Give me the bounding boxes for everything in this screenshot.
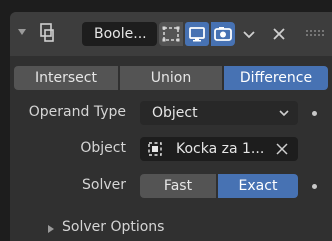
solver-fast-button[interactable]: Fast: [140, 174, 216, 198]
render-toggle[interactable]: [211, 22, 235, 46]
modifier-header: Boole...: [10, 12, 332, 56]
edit-mode-icon: [162, 26, 180, 42]
modifier-name-field[interactable]: Boole...: [82, 22, 157, 46]
operand-type-value: Object: [152, 105, 198, 121]
solver-options-subpanel-header[interactable]: Solver Options: [62, 219, 164, 235]
boolean-modifier-icon: [40, 23, 54, 42]
operation-intersect-button[interactable]: Intersect: [14, 66, 118, 90]
object-value: Kocka za 1...: [176, 141, 265, 157]
boolean-modifier-panel: Boole... Intersect Union Difference Oper…: [10, 12, 332, 241]
render-icon: [214, 27, 232, 41]
solver-label: Solver: [82, 177, 126, 193]
viewport-display-toggle[interactable]: [185, 22, 209, 46]
operand-type-label: Operand Type: [28, 104, 126, 120]
close-icon[interactable]: [275, 142, 289, 156]
drag-handle-icon[interactable]: [305, 29, 325, 39]
operation-union-button[interactable]: Union: [120, 66, 222, 90]
viewport-display-icon: [189, 27, 205, 42]
keyframe-dot-icon[interactable]: [312, 111, 317, 116]
operation-difference-button[interactable]: Difference: [224, 66, 328, 90]
chevron-down-icon: [279, 110, 289, 117]
object-field[interactable]: Kocka za 1...: [140, 137, 298, 161]
expand-arrow-icon[interactable]: [48, 225, 54, 233]
keyframe-dot-icon[interactable]: [312, 184, 317, 189]
close-icon[interactable]: [270, 24, 288, 44]
solver-exact-button[interactable]: Exact: [218, 174, 298, 198]
modifier-name-text: Boole...: [94, 26, 147, 42]
object-label: Object: [80, 140, 126, 156]
edit-mode-toggle[interactable]: [159, 22, 183, 46]
chevron-down-icon[interactable]: [240, 24, 258, 44]
collapse-arrow-icon[interactable]: [18, 29, 26, 35]
operand-type-dropdown[interactable]: Object: [140, 101, 298, 125]
object-icon: [148, 142, 162, 156]
